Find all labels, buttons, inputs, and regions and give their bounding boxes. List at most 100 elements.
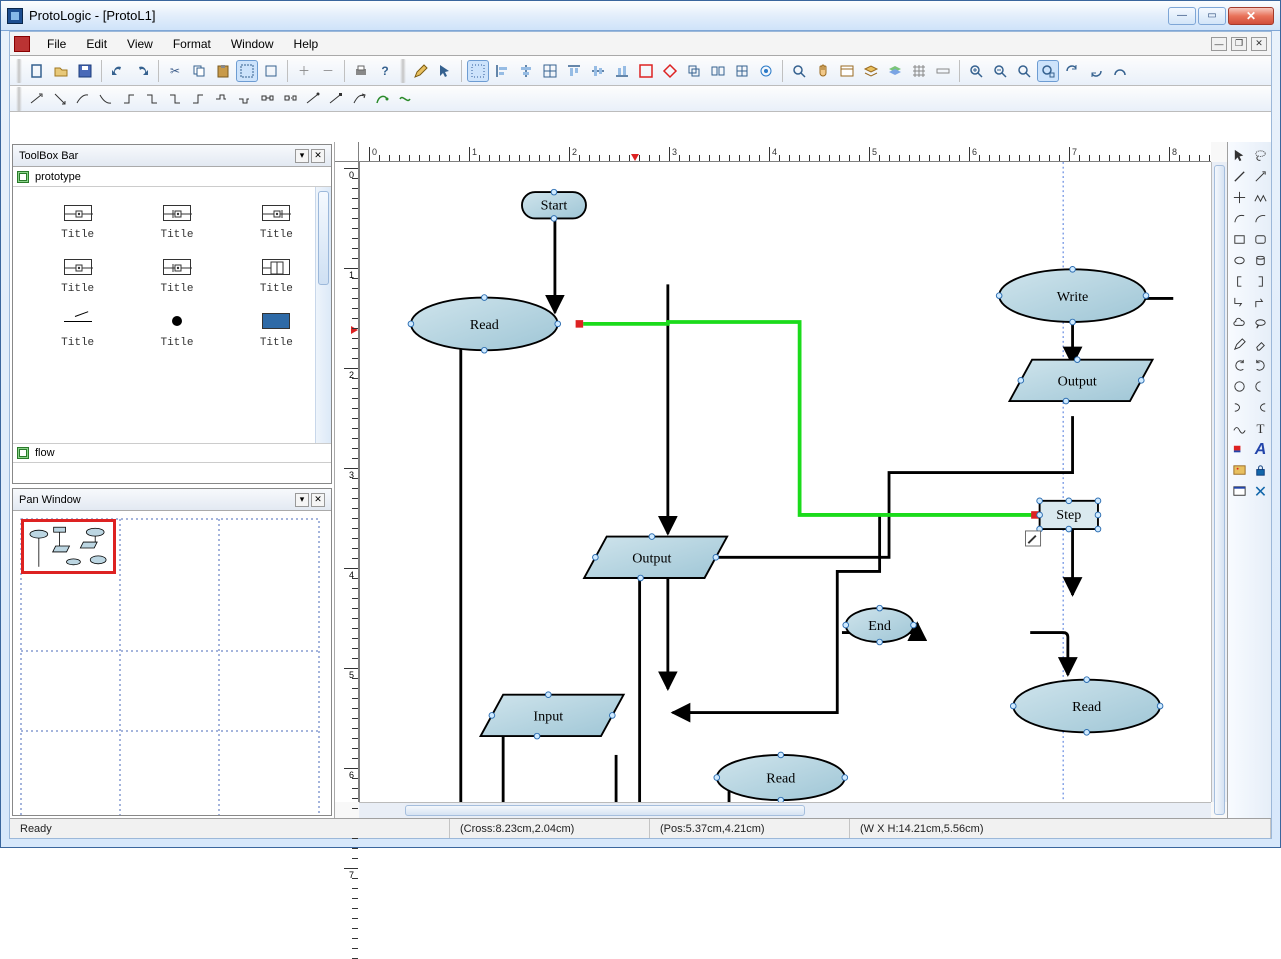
canvas-vertical-scrollbar[interactable] [1211, 162, 1227, 802]
maximize-button[interactable]: ▭ [1198, 7, 1226, 25]
toolbox-item[interactable]: Title [232, 259, 321, 295]
hand-tool-button[interactable] [812, 60, 834, 82]
toolbox-item[interactable]: Title [132, 313, 221, 349]
save-button[interactable] [74, 60, 96, 82]
menu-help[interactable]: Help [285, 35, 328, 53]
pan-mode-button[interactable] [260, 60, 282, 82]
pin-icon[interactable]: ▾ [295, 149, 309, 163]
image-icon[interactable] [1230, 461, 1249, 480]
bump-right-icon[interactable] [1251, 398, 1270, 417]
halfmoon-icon[interactable] [1251, 377, 1270, 396]
horizontal-ruler[interactable]: 0123456789 [359, 142, 1211, 162]
bracket-left-icon[interactable] [1230, 272, 1249, 291]
nav-next-button[interactable] [1085, 60, 1107, 82]
print-button[interactable] [350, 60, 372, 82]
snap-grid-button[interactable] [467, 60, 489, 82]
roundrect-icon[interactable] [1251, 230, 1270, 249]
vertical-ruler[interactable]: 01234567 [335, 162, 359, 802]
color-layers-button[interactable] [884, 60, 906, 82]
pan-titlebar[interactable]: Pan Window ▾ ✕ [13, 489, 331, 511]
connector-style-4[interactable] [96, 89, 116, 109]
connector-up-icon[interactable] [1251, 293, 1270, 312]
eraser-icon[interactable] [1251, 335, 1270, 354]
paste-button[interactable] [212, 60, 234, 82]
remove-button[interactable]: － [317, 60, 339, 82]
properties-button[interactable] [836, 60, 858, 82]
new-button[interactable] [26, 60, 48, 82]
mdi-restore-button[interactable]: ❐ [1231, 37, 1247, 51]
pointer-icon[interactable] [1230, 146, 1249, 165]
menu-edit[interactable]: Edit [77, 35, 116, 53]
connector-style-1[interactable] [27, 89, 47, 109]
copy-button[interactable] [188, 60, 210, 82]
connector-style-2[interactable] [50, 89, 70, 109]
toolbox-lib-prototype[interactable]: prototype [13, 167, 331, 187]
arc-icon[interactable] [1251, 209, 1270, 228]
rect-icon[interactable] [1230, 230, 1249, 249]
zoom-in-button[interactable] [965, 60, 987, 82]
circle-icon[interactable] [1230, 377, 1249, 396]
connector-style-5[interactable] [119, 89, 139, 109]
open-button[interactable] [50, 60, 72, 82]
cancel-icon[interactable]: ✕ [1251, 482, 1270, 501]
connector-style-12[interactable] [280, 89, 300, 109]
connector-style-3[interactable] [73, 89, 93, 109]
curve-icon[interactable] [1230, 209, 1249, 228]
pin-icon[interactable]: ▾ [295, 493, 309, 507]
zigzag-icon[interactable] [1251, 188, 1270, 207]
align-left-button[interactable] [491, 60, 513, 82]
group-button[interactable] [635, 60, 657, 82]
menu-window[interactable]: Window [222, 35, 283, 53]
toolbox-item[interactable]: Title [132, 259, 221, 295]
crop-button[interactable] [731, 60, 753, 82]
titlebar[interactable]: ProtoLogic - [ProtoL1] — ▭ ✕ [1, 1, 1280, 31]
flag-icon[interactable] [1230, 440, 1249, 459]
pointer-tool-button[interactable] [434, 60, 456, 82]
search-tool-button[interactable] [788, 60, 810, 82]
connector-down-icon[interactable] [1230, 293, 1249, 312]
pencil-icon[interactable] [1230, 335, 1249, 354]
cut-button[interactable]: ✂ [164, 60, 186, 82]
distribute-h-button[interactable] [683, 60, 705, 82]
arrow-line-icon[interactable] [1251, 167, 1270, 186]
connector-style-16[interactable] [372, 89, 392, 109]
toolbox-scrollbar[interactable] [315, 187, 331, 443]
zoom-out-button[interactable] [989, 60, 1011, 82]
grid-button[interactable] [908, 60, 930, 82]
mdi-minimize-button[interactable]: — [1211, 37, 1227, 51]
lasso-icon[interactable] [1251, 146, 1270, 165]
loop-left-icon[interactable] [1230, 356, 1249, 375]
toolbox-item[interactable]: Title [232, 205, 321, 241]
window-icon[interactable] [1230, 482, 1249, 501]
zoom-area-button[interactable] [1037, 60, 1059, 82]
toolbox-item[interactable]: Title [232, 313, 321, 349]
close-button[interactable]: ✕ [1228, 7, 1274, 25]
connector-style-7[interactable] [165, 89, 185, 109]
ungroup-button[interactable] [659, 60, 681, 82]
lock-icon[interactable] [1251, 461, 1270, 480]
wave-icon[interactable] [1230, 419, 1249, 438]
connector-style-6[interactable] [142, 89, 162, 109]
nav-prev-button[interactable] [1061, 60, 1083, 82]
cloud-icon[interactable] [1230, 314, 1249, 333]
ellipse-icon[interactable] [1230, 251, 1249, 270]
align-right-button[interactable] [539, 60, 561, 82]
line-icon[interactable] [1230, 167, 1249, 186]
close-icon[interactable]: ✕ [311, 493, 325, 507]
bump-left-icon[interactable] [1230, 398, 1249, 417]
layers-button[interactable] [860, 60, 882, 82]
target-button[interactable] [755, 60, 777, 82]
connector-style-13[interactable] [303, 89, 323, 109]
redo-button[interactable] [131, 60, 153, 82]
toolbox-item[interactable]: Title [132, 205, 221, 241]
connector-style-15[interactable] [349, 89, 369, 109]
align-top-button[interactable] [563, 60, 585, 82]
connector-style-10[interactable] [234, 89, 254, 109]
edit-tool-button[interactable] [410, 60, 432, 82]
zoom-fit-button[interactable] [1013, 60, 1035, 82]
loop-right-icon[interactable] [1251, 356, 1270, 375]
toolbox-item[interactable]: Title [33, 205, 122, 241]
toolbox-lib-flow[interactable]: flow [13, 443, 331, 463]
cross-icon[interactable] [1230, 188, 1249, 207]
toolbox-titlebar[interactable]: ToolBox Bar ▾ ✕ [13, 145, 331, 167]
